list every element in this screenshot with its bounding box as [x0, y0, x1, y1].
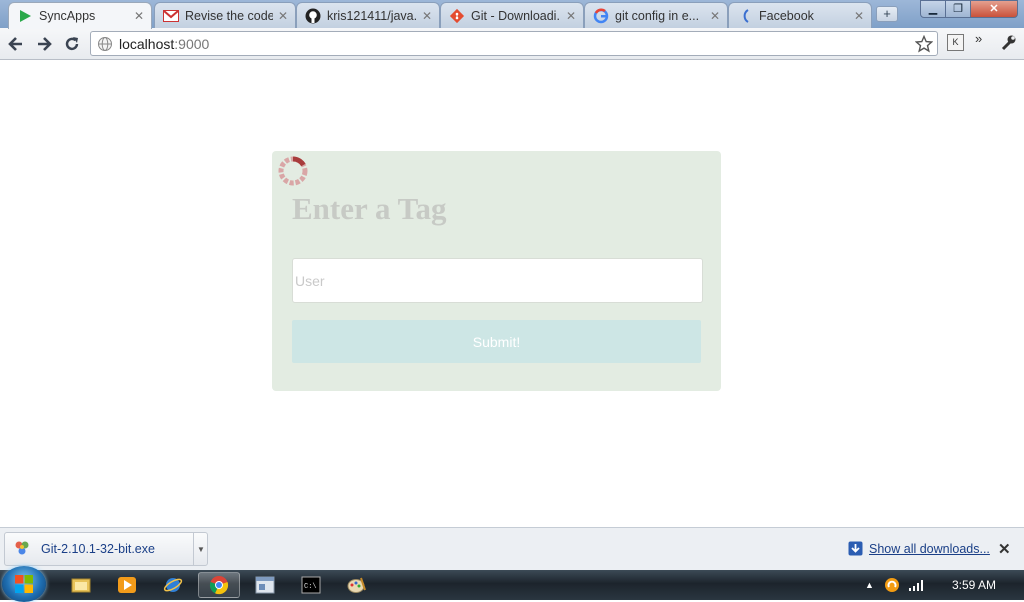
google-icon	[593, 8, 609, 24]
tab-syncapps[interactable]: SyncApps ✕	[8, 2, 152, 29]
tab-facebook[interactable]: Facebook ✕	[728, 2, 872, 28]
reload-button[interactable]	[60, 32, 84, 56]
tab-close-icon[interactable]: ✕	[277, 9, 289, 23]
taskbar-window-app[interactable]	[244, 572, 286, 598]
tab-close-icon[interactable]: ✕	[709, 9, 721, 23]
tab-title: SyncApps	[39, 9, 96, 23]
taskbar-paint[interactable]	[336, 572, 378, 598]
user-input[interactable]	[292, 258, 703, 303]
avast-icon[interactable]	[884, 577, 900, 593]
download-shelf: Git-2.10.1-32-bit.exe ▼ Show all downloa…	[0, 527, 1024, 570]
window-icon	[255, 576, 275, 594]
taskbar-explorer[interactable]	[60, 572, 102, 598]
windows-taskbar: C:\ ▲ 3:59 AM	[0, 566, 1024, 602]
cmd-icon: C:\	[301, 576, 321, 594]
window-close-button[interactable]: ✕	[970, 0, 1018, 18]
tab-title: Git - Downloadi...	[471, 8, 561, 23]
start-button[interactable]	[2, 566, 46, 602]
tab-title: kris121411/java...	[327, 8, 417, 23]
tray-expand-icon[interactable]: ▲	[865, 580, 874, 590]
taskbar-media-player[interactable]	[106, 572, 148, 598]
taskbar-cmd[interactable]: C:\	[290, 572, 332, 598]
submit-button[interactable]: Submit!	[292, 320, 701, 363]
new-tab-button[interactable]: +	[876, 6, 898, 22]
url-host: localhost	[119, 35, 175, 52]
chrome-icon	[209, 576, 229, 595]
forward-arrow-icon	[38, 37, 52, 51]
window-minimize-button[interactable]: ▁	[920, 0, 946, 18]
address-bar[interactable]: localhost:9000	[90, 31, 938, 56]
tab-close-icon[interactable]: ✕	[133, 9, 145, 23]
tab-strip: SyncApps ✕ Revise the code... ✕ kris1214…	[0, 0, 1024, 29]
page-globe-icon	[98, 36, 112, 51]
taskbar-ie[interactable]	[152, 572, 194, 598]
play-icon	[17, 8, 33, 24]
url-text: localhost:9000	[119, 36, 209, 52]
taskbar-clock[interactable]: 3:59 AM	[952, 578, 996, 592]
extensions-overflow-icon[interactable]: »	[975, 31, 982, 46]
github-icon	[305, 8, 321, 24]
svg-text:C:\: C:\	[304, 583, 317, 591]
tab-close-icon[interactable]: ✕	[565, 9, 577, 23]
extension-k-button[interactable]: K	[947, 34, 964, 51]
close-shelf-icon[interactable]: ✕	[998, 540, 1011, 558]
loading-spinner-icon	[278, 156, 308, 186]
page-content: Enter a Tag Submit!	[0, 61, 1024, 527]
tab-git[interactable]: Git - Downloadi... ✕	[440, 2, 584, 28]
gmail-icon	[163, 8, 179, 24]
forward-button[interactable]	[32, 32, 56, 56]
download-menu-chevron-icon[interactable]: ▼	[193, 532, 208, 566]
back-button[interactable]	[4, 32, 28, 56]
tab-github[interactable]: kris121411/java... ✕	[296, 2, 440, 28]
tab-close-icon[interactable]: ✕	[421, 9, 433, 23]
tab-close-icon[interactable]: ✕	[853, 9, 865, 23]
windows-logo-icon	[15, 575, 33, 593]
reload-icon	[65, 37, 79, 51]
explorer-icon	[71, 578, 91, 593]
git-installer-icon	[15, 541, 29, 555]
paint-icon	[347, 577, 366, 593]
show-all-downloads[interactable]: Show all downloads...	[848, 541, 990, 556]
back-arrow-icon	[8, 37, 22, 51]
loading-icon	[737, 8, 753, 24]
git-icon	[449, 8, 465, 24]
tab-title: Facebook	[759, 8, 814, 23]
tab-gmail[interactable]: Revise the code... ✕	[154, 2, 296, 28]
download-filename: Git-2.10.1-32-bit.exe	[41, 542, 155, 556]
ie-icon	[163, 578, 183, 592]
wrench-menu-icon[interactable]	[999, 34, 1017, 55]
browser-toolbar: localhost:9000 K »	[0, 28, 1024, 60]
bookmark-star-icon[interactable]	[914, 34, 934, 56]
url-port: :9000	[174, 35, 210, 52]
taskbar-chrome[interactable]	[198, 572, 240, 598]
download-arrow-icon	[848, 541, 863, 556]
tag-form-card: Enter a Tag Submit!	[272, 151, 721, 391]
system-tray: ▲	[865, 570, 924, 600]
tab-title: Revise the code...	[185, 8, 273, 23]
show-all-downloads-link[interactable]: Show all downloads...	[869, 542, 990, 556]
window-maximize-button[interactable]: ❐	[945, 0, 971, 18]
media-player-icon	[118, 577, 136, 593]
tab-title: git config in e...	[615, 8, 700, 23]
download-item[interactable]: Git-2.10.1-32-bit.exe	[4, 532, 208, 566]
tab-google[interactable]: git config in e... ✕	[584, 2, 728, 28]
page-title: Enter a Tag	[292, 191, 447, 226]
network-signal-icon[interactable]	[908, 578, 924, 592]
